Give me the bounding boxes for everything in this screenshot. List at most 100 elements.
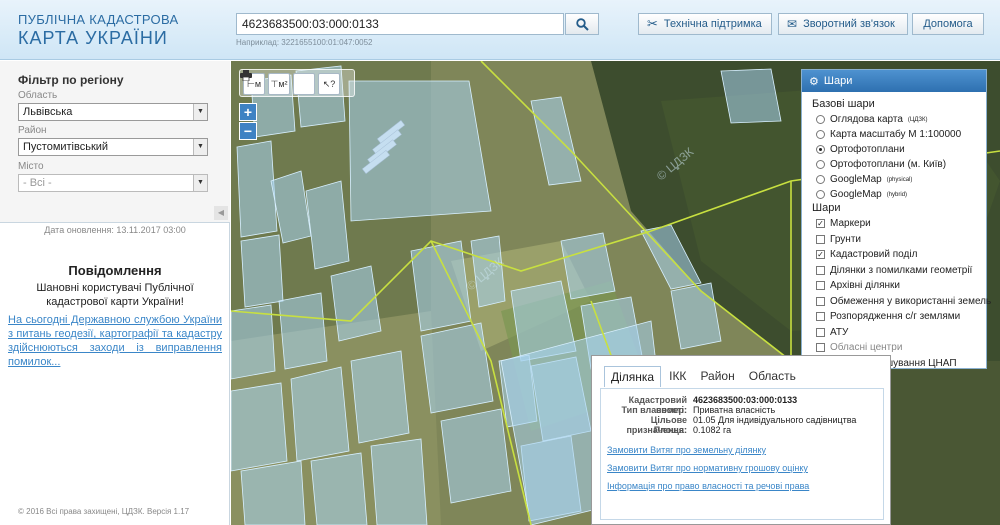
base-layer-label: Оглядова карта [830, 114, 903, 125]
base-layer-option[interactable]: Карта масштабу М 1:100000 [816, 129, 961, 140]
map-view[interactable]: © ЦДЗК © ЦДЗК ⊢м ⊤м² ↖? + − ⚙ Шари Базов… [231, 61, 1000, 525]
radio-button[interactable] [816, 115, 825, 124]
tab-ikk[interactable]: ІКК [663, 366, 692, 387]
base-layer-option[interactable]: GoogleMap (physical) [816, 174, 912, 185]
chevron-down-icon: ▼ [193, 139, 207, 155]
tab-oblast[interactable]: Область [743, 366, 802, 387]
measure-area-icon[interactable]: ⊤м² [268, 73, 290, 95]
checkbox[interactable] [816, 296, 825, 306]
layers-panel: ⚙ Шари Базові шари Оглядова карта (ЦДЗК) К… [801, 69, 991, 369]
update-date: Дата оновлення: 13.11.2017 03:00 [44, 225, 186, 235]
misto-label: Місто [18, 161, 44, 172]
message-text: Шановні користувачі Публічної кадастрово… [36, 282, 194, 308]
map-toolbar: ⊢м ⊤м² ↖? [239, 69, 355, 97]
layer-option[interactable]: ✓ Кадастровий поділ [816, 249, 917, 260]
base-layers-title: Базові шари [812, 98, 875, 110]
radio-button[interactable] [816, 160, 825, 169]
layer-label: Архівні ділянки [830, 280, 900, 291]
layer-label: Обмеження у використанні земель [830, 295, 992, 307]
cadastral-search-input[interactable] [236, 13, 564, 35]
checkbox[interactable]: ✓ [816, 219, 825, 228]
base-layer-option[interactable]: GoogleMap (hybrid) [816, 189, 907, 200]
oblast-value: Львівська [23, 106, 73, 118]
layer-label: Грунти [830, 233, 861, 245]
raion-label: Район [18, 125, 47, 136]
radio-button[interactable] [816, 145, 825, 154]
layer-label: Ділянки з помилками геометрії [830, 264, 973, 276]
layer-option[interactable]: Обласні центри [816, 342, 902, 353]
chevron-down-icon: ▼ [193, 104, 207, 120]
chevron-down-icon: ▼ [193, 175, 207, 191]
order-extract-link[interactable]: Замовити Витяг про земельну ділянку [607, 445, 766, 455]
layer-label: Маркери [830, 218, 871, 229]
base-layer-sup: (ЦДЗК) [907, 116, 928, 123]
popup-tabs: Ділянка ІКК Район Область [604, 366, 802, 387]
support-button[interactable]: ✂ Технічна підтримка [638, 13, 772, 35]
zoom-out-button[interactable]: − [239, 122, 257, 140]
help-label: Допомога [923, 18, 973, 30]
checkbox[interactable] [816, 343, 825, 352]
help-button[interactable]: Допомога [912, 13, 984, 35]
oblast-select[interactable]: Львівська ▼ [18, 103, 208, 121]
parcel-info-popup: Ділянка ІКК Район Область Кадастровий но… [591, 355, 891, 525]
feedback-button[interactable]: ✉ Зворотний зв'язок [778, 13, 908, 35]
radio-button[interactable] [816, 130, 825, 139]
footer-copyright: © 2016 Всі права захищені, ЦДЗК. Версія … [18, 507, 190, 516]
base-layer-sup: (physical) [886, 176, 913, 183]
radio-button[interactable] [816, 190, 825, 199]
order-valuation-link[interactable]: Замовити Витяг про нормативну грошову оц… [607, 463, 808, 473]
base-layer-option[interactable]: Ортофотоплани (м. Київ) [816, 159, 946, 170]
base-layer-sup: (hybrid) [886, 191, 908, 198]
layers-title: Шари [823, 75, 853, 87]
search-hint: Наприклад: 3221655100:01:047:0052 [236, 38, 373, 47]
checkbox[interactable] [816, 327, 825, 337]
misto-select[interactable]: - Всі - ▼ [18, 174, 208, 192]
feedback-label: Зворотний зв'язок [803, 18, 895, 30]
filter-title: Фільтр по регіону [18, 73, 124, 87]
message-title: Повідомлення [68, 263, 162, 278]
base-layer-label: GoogleMap [830, 174, 882, 185]
cursor-help-icon[interactable]: ↖? [318, 73, 340, 95]
print-icon[interactable] [240, 70, 315, 95]
layer-option[interactable]: Архівні ділянки [816, 280, 900, 291]
raion-value: Пустомитівський [23, 141, 109, 153]
base-layer-label: Ортофотоплани [830, 144, 905, 155]
layer-option[interactable]: Ділянки з помилками геометрії [816, 265, 972, 276]
base-layer-option[interactable]: Оглядова карта (ЦДЗК) [816, 114, 928, 125]
support-label: Технічна підтримка [663, 18, 762, 30]
logo-title-top[interactable]: ПУБЛІЧНА КАДАСТРОВА [18, 12, 178, 27]
layer-label: АТУ [830, 326, 849, 338]
base-layer-label: Ортофотоплани (м. Київ) [830, 159, 947, 170]
region-filter: Фільтр по регіону Область Львівська ▼ Ра… [0, 61, 230, 223]
sidebar: Фільтр по регіону Область Львівська ▼ Ра… [0, 61, 230, 525]
ownership-info-link[interactable]: Інформація про право власності та речові… [607, 481, 809, 491]
message-link[interactable]: На сьогодні Державною службою України з … [8, 313, 222, 369]
zoom-in-button[interactable]: + [239, 103, 257, 121]
checkbox[interactable] [816, 312, 825, 321]
layers-header[interactable]: ⚙ Шари [802, 70, 986, 92]
logo-title-bottom[interactable]: КАРТА УКРАЇНИ [18, 28, 168, 49]
layer-option[interactable]: ✓ Маркери [816, 218, 871, 229]
gear-icon: ⚙ [809, 75, 819, 88]
checkbox[interactable] [816, 265, 825, 275]
parcel-info: Кадастровий номер: 4623683500:03:000:013… [600, 388, 884, 520]
layer-label: Розпорядження с/г землями [830, 311, 961, 322]
tab-parcel[interactable]: Ділянка [604, 366, 662, 387]
layer-option[interactable]: АТУ [816, 327, 848, 338]
checkbox[interactable]: ✓ [816, 250, 825, 259]
layer-option[interactable]: Розпорядження с/г землями [816, 311, 960, 322]
base-layer-label: Карта масштабу М 1:100000 [830, 129, 962, 140]
layer-option[interactable]: Обмеження у використанні земель [816, 296, 991, 307]
base-layer-option[interactable]: Ортофотоплани [816, 144, 905, 155]
search-button[interactable] [565, 13, 599, 35]
checkbox[interactable] [816, 234, 825, 244]
radio-button[interactable] [816, 175, 825, 184]
search-icon [575, 17, 589, 31]
tab-raion[interactable]: Район [694, 366, 740, 387]
header: ПУБЛІЧНА КАДАСТРОВА КАРТА УКРАЇНИ Наприк… [0, 0, 1000, 60]
layer-option[interactable]: Грунти [816, 234, 861, 245]
raion-select[interactable]: Пустомитівський ▼ [18, 138, 208, 156]
collapse-sidebar-icon[interactable]: ◀ [214, 206, 228, 220]
checkbox[interactable] [816, 281, 825, 290]
layer-label: Обласні центри [830, 342, 903, 353]
